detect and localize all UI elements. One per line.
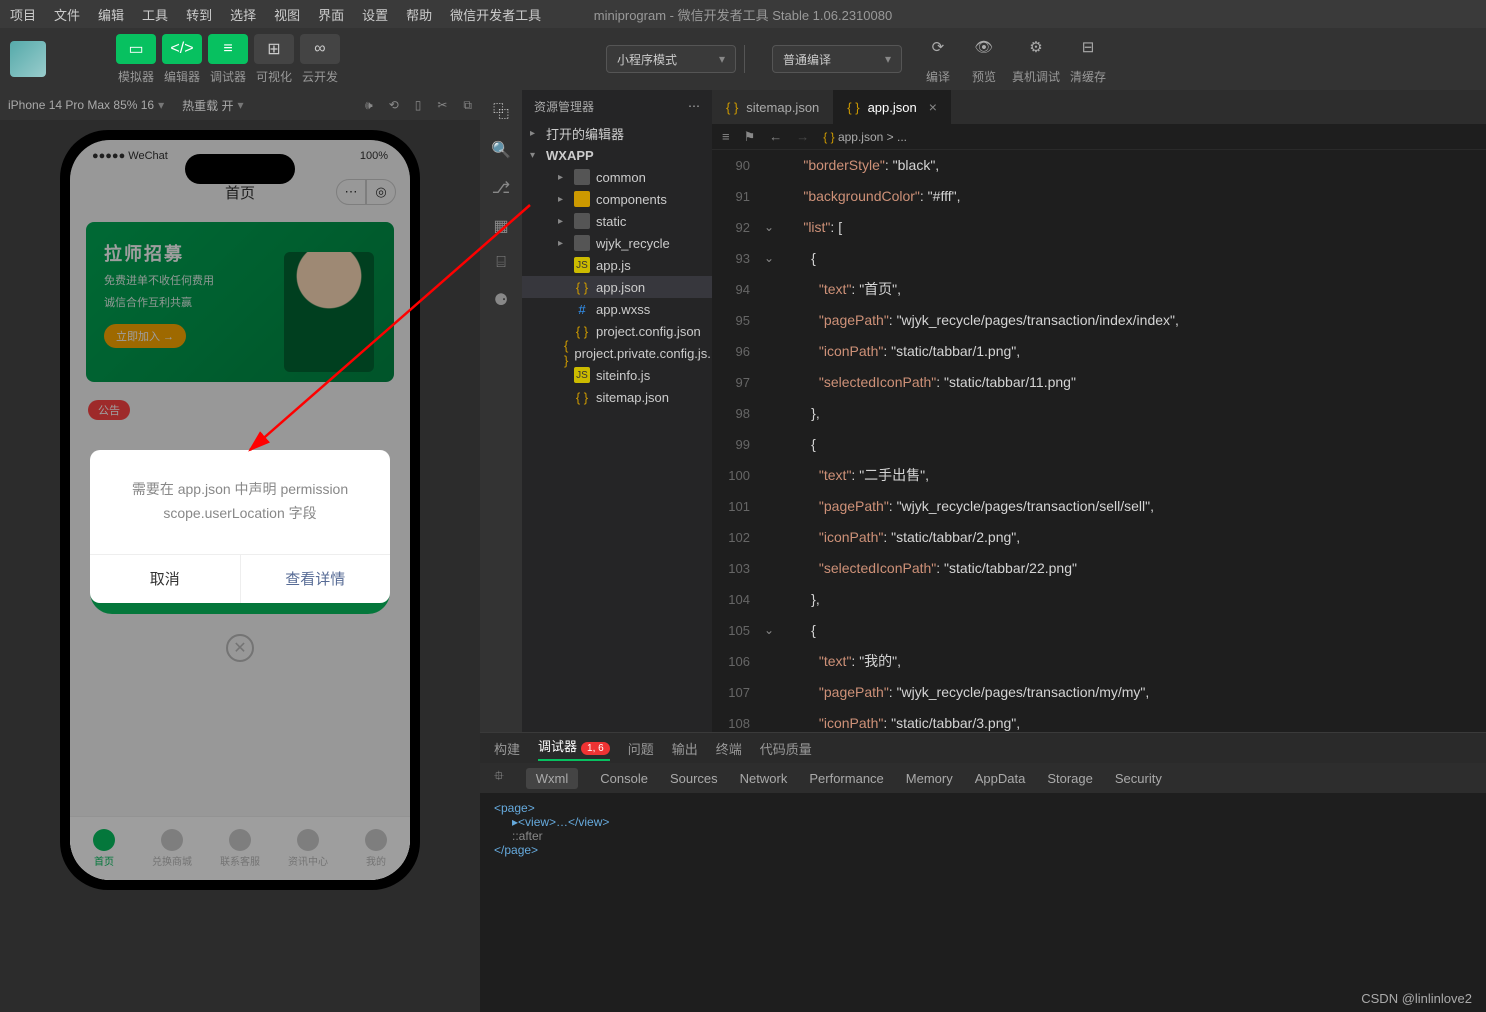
explorer-icon[interactable]: ⿻ (493, 98, 509, 122)
devtool-tab-Performance[interactable]: Performance (809, 771, 883, 786)
file-siteinfo.js[interactable]: JSsiteinfo.js (522, 364, 712, 386)
dbg-tab-输出[interactable]: 输出 (672, 739, 698, 758)
back-icon[interactable]: ← (769, 129, 782, 144)
dialog-detail-button[interactable]: 查看详情 (240, 555, 391, 603)
devtool-tab-Storage[interactable]: Storage (1047, 771, 1093, 786)
file-static[interactable]: ▸static (522, 210, 712, 232)
dialog-cancel-button[interactable]: 取消 (90, 555, 240, 603)
reload-select[interactable]: 热重载 开 (182, 97, 243, 114)
dbg-tab-终端[interactable]: 终端 (716, 739, 742, 758)
editor-button[interactable]: </> (162, 34, 202, 64)
app-icon (10, 41, 46, 77)
file-sitemap.json[interactable]: { }sitemap.json (522, 386, 712, 408)
file-wjyk_recycle[interactable]: ▸wjyk_recycle (522, 232, 712, 254)
remote-debug-button[interactable]: ⚙ (1018, 33, 1054, 61)
menu-工具[interactable]: 工具 (142, 5, 168, 24)
robot-icon[interactable]: ⚈ (494, 290, 508, 310)
cut-icon[interactable]: ✂ (437, 98, 447, 113)
file-explorer: 资源管理器⋯ ▸打开的编辑器 ▾WXAPP ▸common▸components… (522, 90, 712, 732)
file-project.config.json[interactable]: { }project.config.json (522, 320, 712, 342)
search-icon[interactable]: 🔍 (491, 140, 511, 160)
editor-panel: ⿻ 🔍 ⎇ ▦ ⌸ ⚈ 资源管理器⋯ ▸打开的编辑器 ▾WXAPP ▸commo… (480, 90, 1486, 1012)
simulator-button[interactable]: ▭ (116, 34, 156, 64)
debugger-button[interactable]: ≡ (208, 34, 248, 64)
clear-cache-button[interactable]: ⊟ (1070, 33, 1106, 61)
menu-转到[interactable]: 转到 (186, 5, 212, 24)
permission-dialog: 需要在 app.json 中声明 permission scope.userLo… (90, 450, 390, 603)
debugger-panel: 构建调试器1, 6 问题输出终端代码质量 ⯐ Wxml Console Sources N… (480, 732, 1486, 1012)
file-common[interactable]: ▸common (522, 166, 712, 188)
dbg-tab-调试器[interactable]: 调试器1, 6 (538, 736, 610, 761)
bookmark-icon[interactable]: ⚑ (744, 129, 756, 145)
element-picker-icon[interactable]: ⯐ (494, 767, 504, 789)
dbg-tab-构建[interactable]: 构建 (494, 739, 520, 758)
toolbar: ▭模拟器 </>编辑器 ≡调试器 ⊞可视化 ∞云开发 小程序模式 普通编译 ⟳编… (0, 28, 1486, 90)
rotate-icon[interactable]: ⟲ (389, 98, 399, 113)
forward-icon[interactable]: → (796, 129, 809, 144)
devtool-tab-AppData[interactable]: AppData (975, 771, 1026, 786)
breadcrumb[interactable]: { } app.json > ... (823, 130, 907, 144)
visual-button[interactable]: ⊞ (254, 34, 294, 64)
popout-icon[interactable]: ⧉ (463, 98, 472, 113)
branch-icon[interactable]: ⎇ (492, 178, 510, 198)
device-icon[interactable]: ▯ (415, 98, 422, 113)
menu-帮助[interactable]: 帮助 (406, 5, 432, 24)
list-icon[interactable]: ≡ (722, 129, 730, 144)
devtool-tab-Network[interactable]: Network (740, 771, 788, 786)
devtool-tab-Console[interactable]: Console (600, 771, 648, 786)
tab-appjson[interactable]: { }app.json× (833, 90, 951, 124)
line-gutter: 9091929394959697989910010110210310410510… (712, 150, 764, 732)
menu-界面[interactable]: 界面 (318, 5, 344, 24)
menu-文件[interactable]: 文件 (54, 5, 80, 24)
file-app.json[interactable]: { }app.json (522, 276, 712, 298)
simulator-panel: iPhone 14 Pro Max 85% 16 热重载 开 🕪 ⟲ ▯ ✂ ⧉… (0, 90, 480, 1012)
menu-选择[interactable]: 选择 (230, 5, 256, 24)
ext-icon[interactable]: ▦ (493, 216, 508, 236)
devtool-tab-Security[interactable]: Security (1115, 771, 1162, 786)
editor-tabs: { }sitemap.json { }app.json× (712, 90, 1486, 124)
menu-微信开发者工具[interactable]: 微信开发者工具 (450, 5, 541, 24)
devtool-tab-Sources[interactable]: Sources (670, 771, 718, 786)
phone-frame: ●●●●● WeChat 100% 首页 ⋯ ◎ 拉师招募 免费进单不收任何费用… (60, 130, 420, 890)
code-content[interactable]: "borderStyle": "black", "backgroundColor… (780, 150, 1486, 732)
dbg-tab-问题[interactable]: 问题 (628, 739, 654, 758)
close-icon[interactable]: × (929, 99, 937, 115)
file-app.wxss[interactable]: #app.wxss (522, 298, 712, 320)
cloud-button[interactable]: ∞ (300, 34, 340, 64)
root-folder[interactable]: ▾WXAPP (522, 144, 712, 166)
mode-select[interactable]: 小程序模式 (606, 45, 736, 73)
file-components[interactable]: ▸components (522, 188, 712, 210)
mute-icon[interactable]: 🕪 (365, 98, 373, 113)
compile-button[interactable]: ⟳ (920, 33, 956, 61)
preview-button[interactable]: 👁 (966, 33, 1002, 61)
device-select[interactable]: iPhone 14 Pro Max 85% 16 (8, 98, 164, 112)
watermark: CSDN @linlinlove2 (1361, 991, 1472, 1006)
file-app.js[interactable]: JSapp.js (522, 254, 712, 276)
devtool-tab-Wxml[interactable]: Wxml (526, 768, 579, 789)
devtool-tab-Memory[interactable]: Memory (906, 771, 953, 786)
section-open-editors[interactable]: ▸打开的编辑器 (522, 122, 712, 144)
menu-设置[interactable]: 设置 (362, 5, 388, 24)
more-icon[interactable]: ⋯ (688, 99, 700, 113)
menu-项目[interactable]: 项目 (10, 5, 36, 24)
dbg-tab-代码质量[interactable]: 代码质量 (760, 739, 812, 758)
tab-sitemap[interactable]: { }sitemap.json (712, 90, 833, 124)
menu-视图[interactable]: 视图 (274, 5, 300, 24)
compile-select[interactable]: 普通编译 (772, 45, 902, 73)
activity-bar: ⿻ 🔍 ⎇ ▦ ⌸ ⚈ (480, 90, 522, 732)
file-project.private.config.js...[interactable]: { }project.private.config.js... (522, 342, 712, 364)
wxml-tree[interactable]: <page> ▸<view>…</view> ::after </page> (480, 793, 1486, 1012)
fold-gutter[interactable]: ⌄⌄⌄ (764, 150, 780, 732)
menu-编辑[interactable]: 编辑 (98, 5, 124, 24)
window-title: miniprogram - 微信开发者工具 Stable 1.06.231008… (594, 5, 892, 24)
db-icon[interactable]: ⌸ (496, 254, 506, 272)
